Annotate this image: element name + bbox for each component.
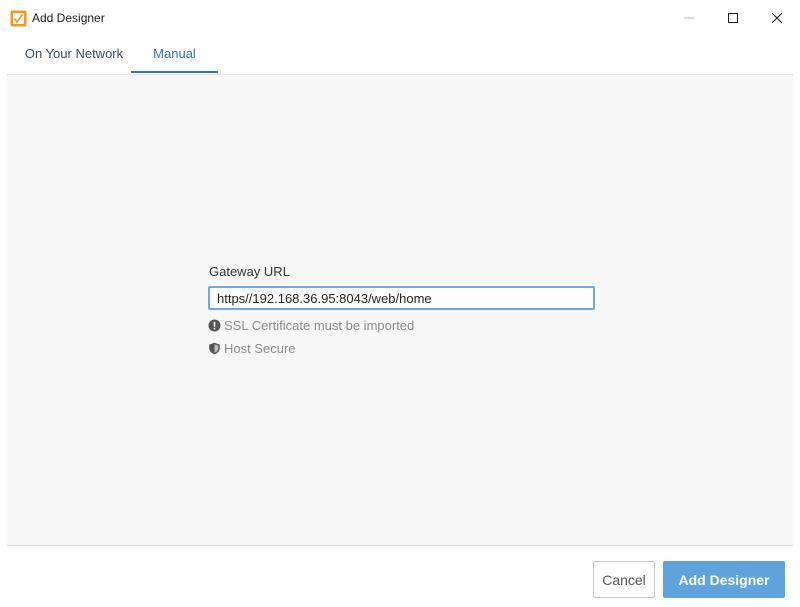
tab-manual[interactable]: Manual <box>131 36 218 74</box>
active-tab-indicator <box>131 71 218 73</box>
minimize-button[interactable] <box>666 0 712 36</box>
ssl-status-text: SSL Certificate must be imported <box>224 318 415 333</box>
ssl-status: SSL Certificate must be imported <box>208 318 414 333</box>
maximize-icon <box>728 13 738 23</box>
gateway-url-input[interactable] <box>208 286 595 310</box>
shield-icon <box>208 342 221 355</box>
tab-bar: On Your Network Manual <box>0 36 800 74</box>
manual-panel: Gateway URL SSL Certificate must be impo… <box>7 74 793 545</box>
host-status: Host Secure <box>208 341 296 356</box>
window-title: Add Designer <box>32 11 105 25</box>
exclamation-circle-icon <box>208 319 221 332</box>
close-button[interactable] <box>754 0 800 36</box>
tab-label: On Your Network <box>24 46 124 61</box>
gateway-url-label: Gateway URL <box>209 264 290 279</box>
title-bar: Add Designer <box>0 0 800 36</box>
footer-divider <box>7 545 793 546</box>
tab-on-your-network[interactable]: On Your Network <box>14 36 134 74</box>
cancel-button[interactable]: Cancel <box>593 561 655 598</box>
maximize-button[interactable] <box>710 0 756 36</box>
designer-app-icon <box>10 10 27 27</box>
minimize-icon <box>684 17 694 19</box>
close-icon <box>772 13 782 23</box>
tab-label: Manual <box>153 46 196 61</box>
add-designer-button[interactable]: Add Designer <box>663 561 785 598</box>
host-status-text: Host Secure <box>224 341 296 356</box>
